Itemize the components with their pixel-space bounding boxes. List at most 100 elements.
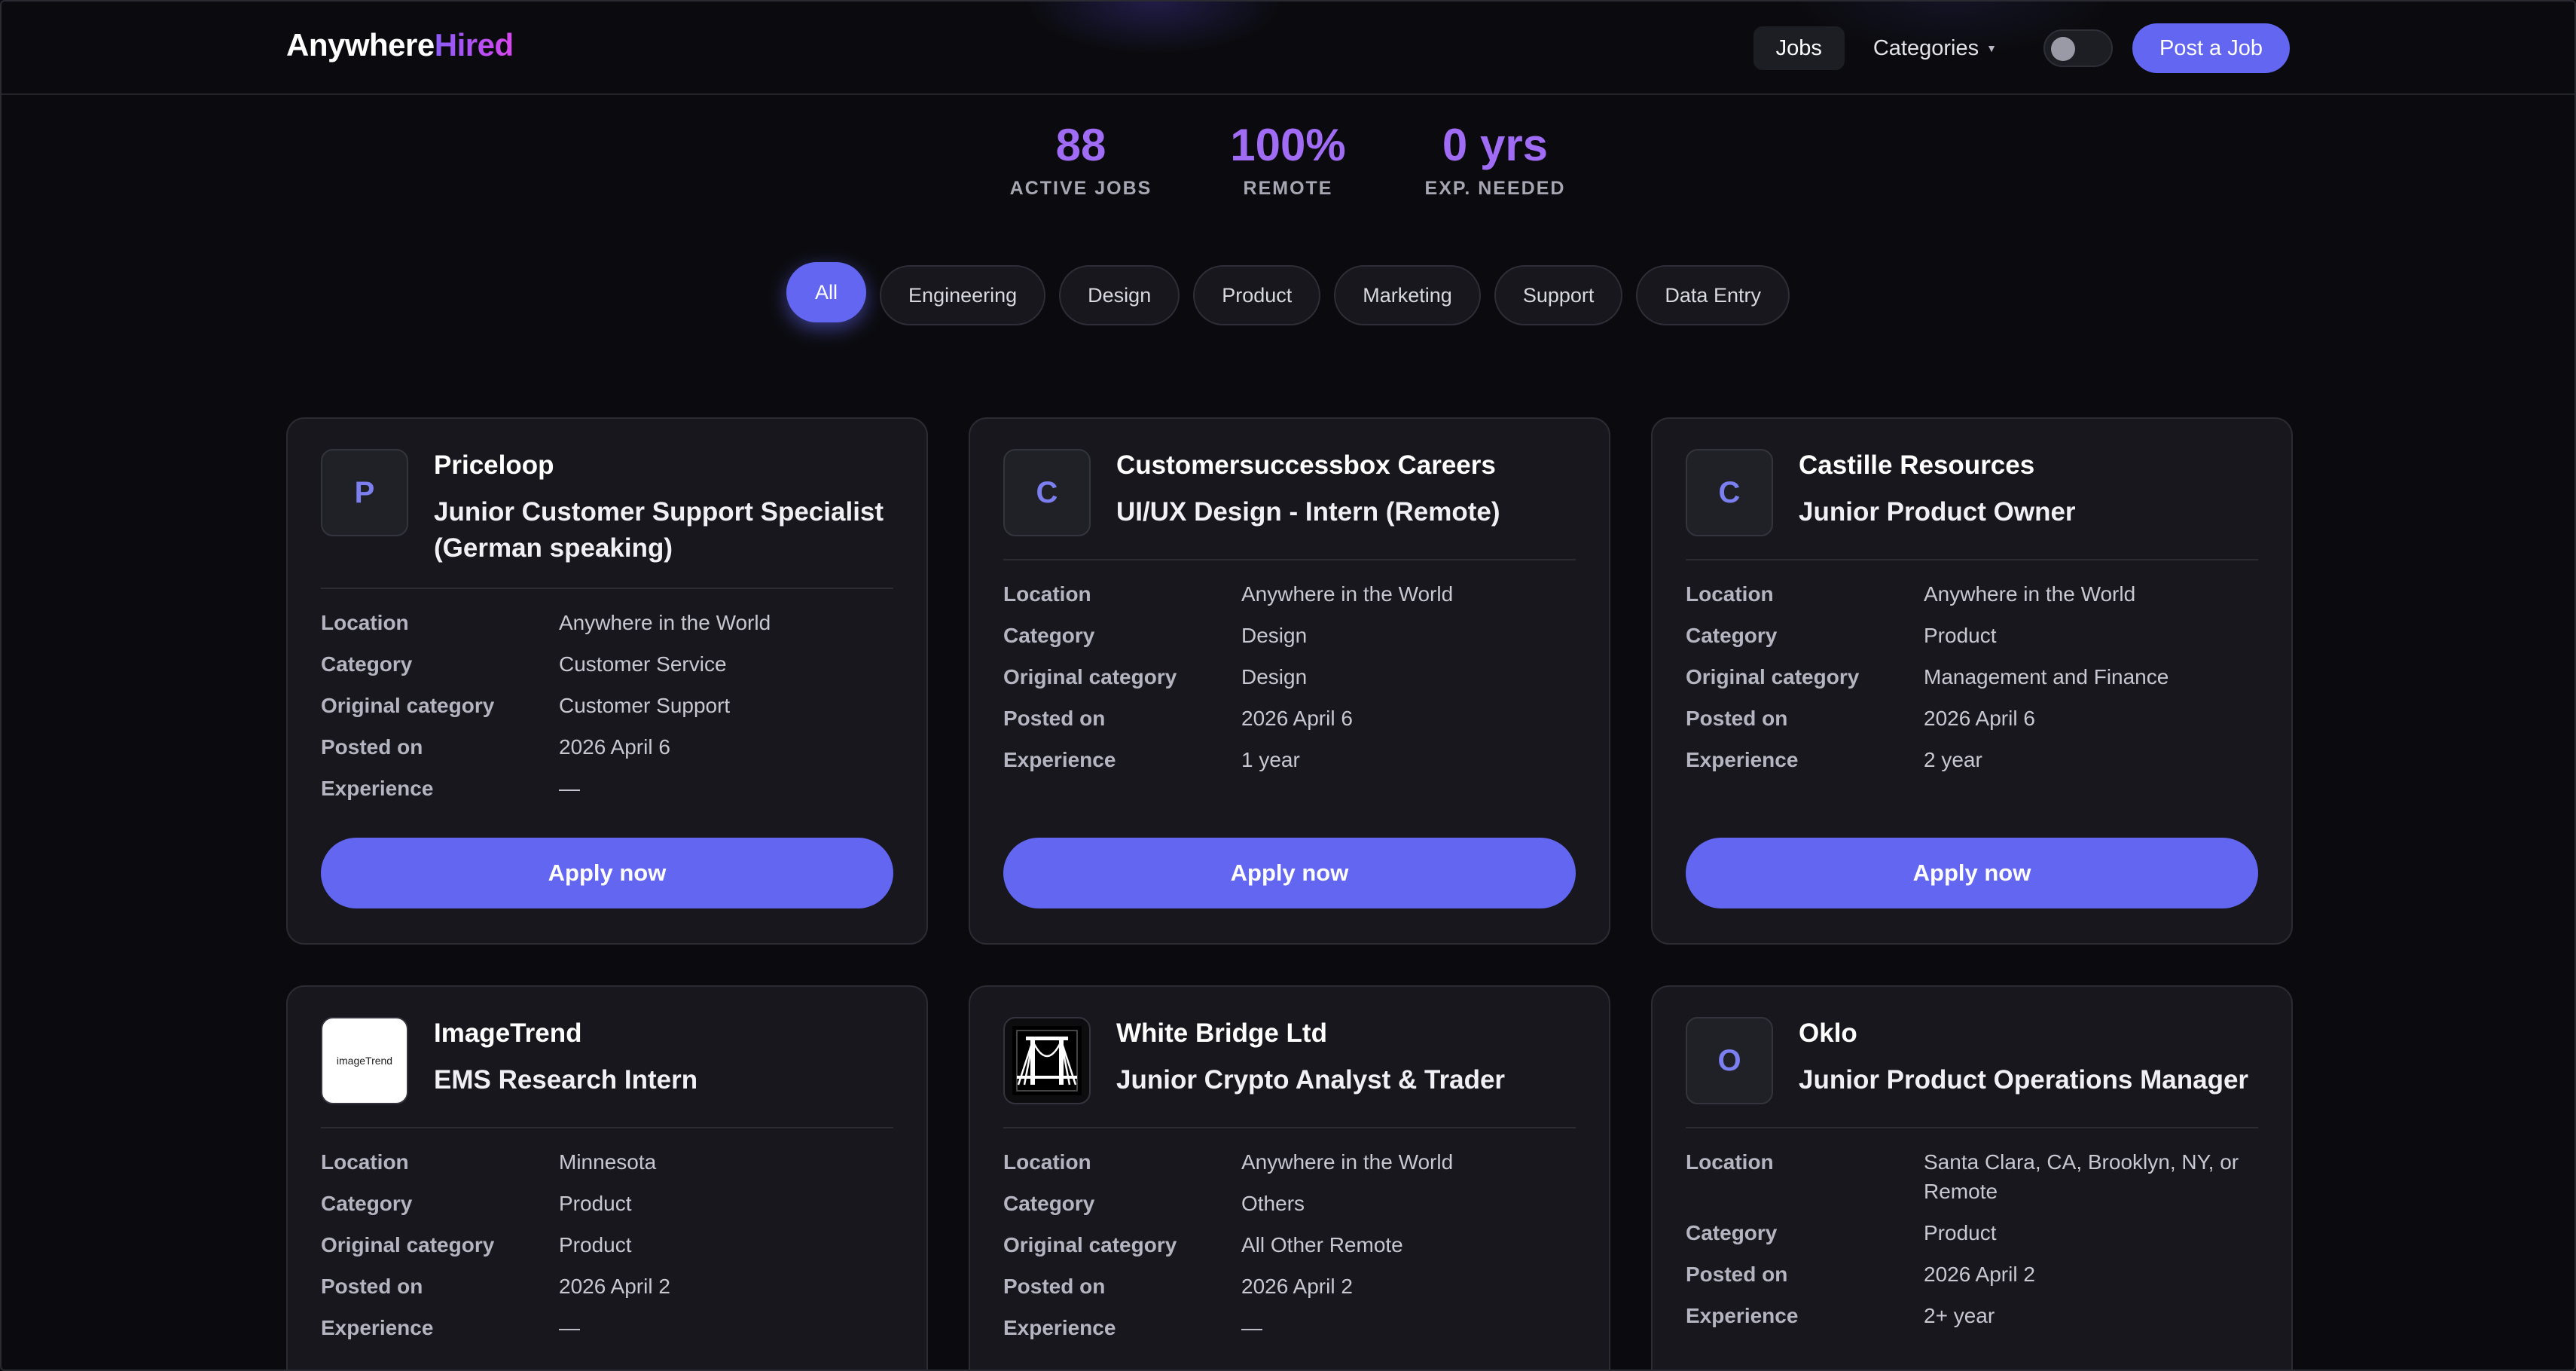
card-header: O Oklo Junior Product Operations Manager [1686,1017,2258,1104]
top-header: AnywhereHired Jobs Categories ▼ Post a J… [2,2,2574,95]
filter-chip-support[interactable]: Support [1494,265,1623,325]
detail-key: Posted on [1686,706,1788,730]
post-job-button[interactable]: Post a Job [2132,23,2290,73]
card-header: P Priceloop Junior Customer Support Spec… [321,449,893,567]
detail-original-category: Original category Management and Finance [1686,663,2258,692]
detail-key: Original category [1686,664,1860,689]
detail-value: Anywhere in the World [1241,1150,1454,1174]
detail-original-category: Original category Design [1003,663,1576,692]
detail-key: Experience [321,776,434,800]
detail-original-category: Original category All Other Remote [1003,1231,1576,1260]
detail-experience: Experience — [321,774,893,804]
stat-value: 0 yrs [1442,120,1549,170]
filter-chip-design[interactable]: Design [1059,265,1180,325]
stat-remote: 100% REMOTE [1186,121,1390,200]
job-card: O Oklo Junior Product Operations Manager… [1651,985,2293,1369]
filter-chip-product[interactable]: Product [1193,265,1321,325]
company-name[interactable]: Castille Resources [1799,450,2076,481]
detail-value: 2026 April 6 [1924,706,2035,730]
company-name[interactable]: White Bridge Ltd [1116,1018,1505,1049]
detail-key: Location [321,611,409,634]
brand-part-1: Anywhere [286,27,435,63]
job-details: Location Santa Clara, CA, Brooklyn, NY, o… [1686,1148,2258,1343]
stat-value: 100% [1230,120,1346,170]
card-titles: Oklo Junior Product Operations Manager [1799,1017,2248,1104]
card-divider [1686,1127,2258,1128]
job-card: White Bridge Ltd Junior Crypto Analyst &… [969,985,1610,1369]
stats-bar: 88 ACTIVE JOBS 100% REMOTE 0 yrs EXP. NE… [2,121,2574,200]
detail-value: All Other Remote [1241,1232,1403,1256]
stat-label: EXP. NEEDED [1424,178,1566,199]
detail-value: Anywhere in the World [1241,582,1454,606]
job-title[interactable]: Junior Product Operations Manager [1799,1062,2248,1098]
stat-value: 88 [1055,120,1106,170]
job-card: P Priceloop Junior Customer Support Spec… [286,417,928,945]
job-details: Location Anywhere in the World Category Cu… [321,609,893,816]
detail-location: Location Anywhere in the World [1003,1148,1576,1177]
brand-logo[interactable]: AnywhereHired [286,27,514,63]
detail-value: Product [559,1191,632,1215]
detail-key: Original category [321,693,495,717]
detail-key: Category [1003,1191,1095,1215]
filter-chip-marketing[interactable]: Marketing [1334,265,1481,325]
card-divider [321,1127,893,1128]
detail-value: Management and Finance [1924,664,2169,689]
detail-category: Category Others [1003,1189,1576,1219]
job-title[interactable]: Junior Customer Support Specialist (Germ… [434,494,893,567]
company-logo: imageTrend [321,1017,408,1104]
detail-value: 2 year [1924,747,1982,771]
job-title[interactable]: Junior Crypto Analyst & Trader [1116,1062,1505,1098]
job-title[interactable]: UI/UX Design - Intern (Remote) [1116,494,1500,530]
detail-key: Experience [1686,747,1799,771]
detail-value: — [559,1315,580,1339]
company-name[interactable]: Oklo [1799,1018,2248,1049]
apply-now-button[interactable]: Apply now [1003,838,1576,908]
detail-posted: Posted on 2026 April 6 [321,733,893,762]
apply-now-button[interactable]: Apply now [1686,838,2258,908]
company-avatar: O [1686,1017,1773,1104]
nav-jobs-link[interactable]: Jobs [1753,26,1845,70]
filter-chip-engineering[interactable]: Engineering [880,265,1046,325]
filter-chip-all[interactable]: All [786,262,867,322]
filter-chip-data-entry[interactable]: Data Entry [1636,265,1790,325]
detail-value: Customer Service [559,652,727,676]
company-name[interactable]: Priceloop [434,450,893,481]
job-details: Location Anywhere in the World Category Ot… [1003,1148,1576,1355]
job-title[interactable]: Junior Product Owner [1799,494,2076,530]
detail-key: Category [321,1191,413,1215]
detail-value: Customer Support [559,693,731,717]
detail-category: Category Product [321,1189,893,1219]
detail-value: Anywhere in the World [559,611,771,634]
detail-posted: Posted on 2026 April 6 [1003,704,1576,734]
company-name[interactable]: Customersuccessbox Careers [1116,450,1500,481]
job-details: Location Minnesota Category Product Origin… [321,1148,893,1355]
detail-key: Original category [1003,664,1177,689]
detail-location: Location Santa Clara, CA, Brooklyn, NY, o… [1686,1148,2258,1207]
detail-category: Category Product [1686,1219,2258,1248]
app-window: AnywhereHired Jobs Categories ▼ Post a J… [0,0,2576,1371]
card-divider [1003,559,1576,560]
apply-now-button[interactable]: Apply now [321,838,893,908]
company-logo [1003,1017,1091,1104]
card-header: C Castille Resources Junior Product Owne… [1686,449,2258,536]
theme-toggle[interactable] [2043,29,2113,67]
job-title[interactable]: EMS Research Intern [434,1062,697,1098]
job-details: Location Anywhere in the World Category De… [1003,580,1576,787]
detail-key: Posted on [1686,1262,1788,1286]
company-avatar: C [1003,449,1091,536]
card-titles: Customersuccessbox Careers UI/UX Design … [1116,449,1500,536]
nav-categories-dropdown[interactable]: Categories ▼ [1864,36,2006,61]
detail-value: 2026 April 2 [559,1274,670,1298]
detail-key: Experience [321,1315,434,1339]
company-name[interactable]: ImageTrend [434,1018,697,1049]
detail-value: 2026 April 2 [1924,1262,2035,1286]
detail-value: Design [1241,623,1308,647]
detail-value: Santa Clara, CA, Brooklyn, NY, or Remote [1924,1150,2239,1203]
detail-value: — [1241,1315,1262,1339]
detail-value: Minnesota [559,1150,657,1174]
detail-posted: Posted on 2026 April 6 [1686,704,2258,734]
bridge-icon [1012,1026,1082,1095]
detail-experience: Experience — [321,1314,893,1343]
card-divider [1003,1127,1576,1128]
detail-value: 2026 April 6 [559,734,670,759]
